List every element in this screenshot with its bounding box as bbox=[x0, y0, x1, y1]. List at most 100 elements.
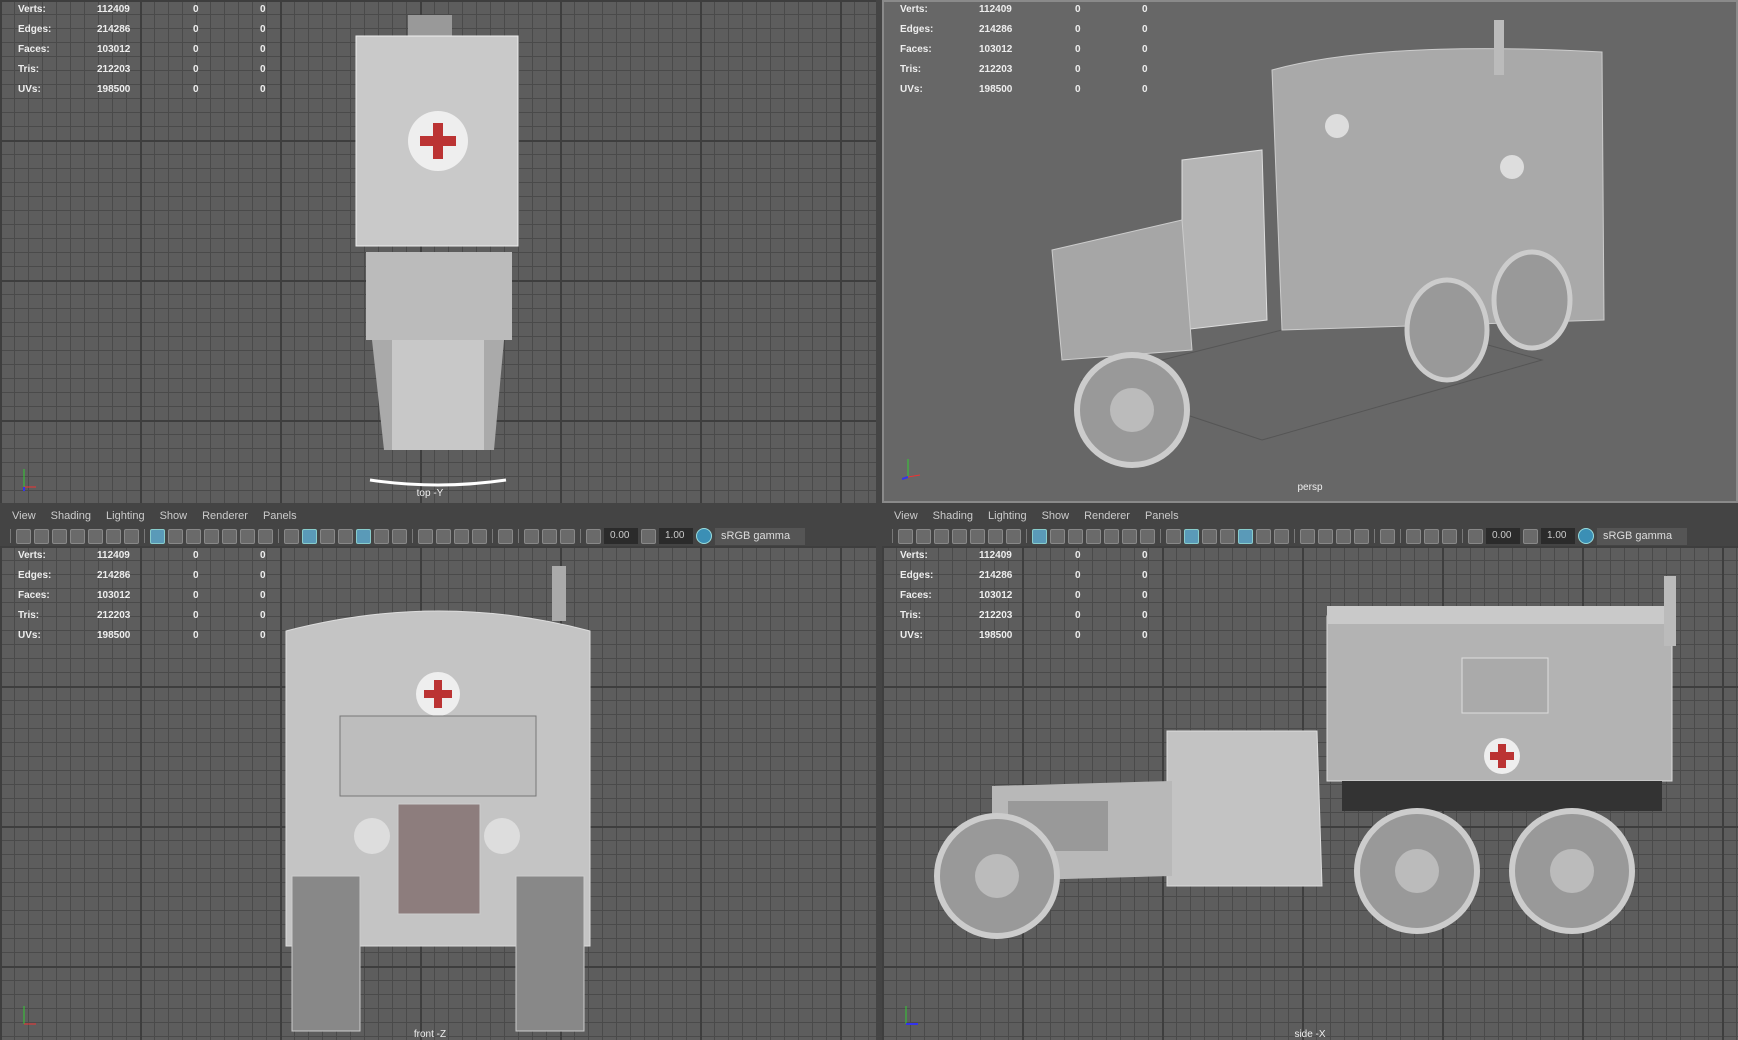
motion-blur-icon[interactable] bbox=[436, 528, 451, 544]
camera-attr-icon[interactable] bbox=[34, 528, 49, 544]
safe-title-icon[interactable] bbox=[258, 528, 273, 544]
safe-action-icon[interactable] bbox=[1122, 528, 1137, 544]
xray-active-icon[interactable] bbox=[542, 528, 557, 544]
gamma-icon[interactable] bbox=[641, 528, 656, 544]
menu-lighting[interactable]: Lighting bbox=[988, 510, 1027, 522]
film-gate-icon[interactable] bbox=[1050, 528, 1065, 544]
menu-show[interactable]: Show bbox=[160, 510, 188, 522]
menu-shading[interactable]: Shading bbox=[51, 510, 91, 522]
camera-icon[interactable] bbox=[16, 528, 31, 544]
menu-show[interactable]: Show bbox=[1042, 510, 1070, 522]
resolution-gate-icon[interactable] bbox=[186, 528, 201, 544]
use-lights-icon[interactable] bbox=[374, 528, 389, 544]
axis-gizmo-icon bbox=[20, 465, 40, 491]
viewport-label: persp bbox=[1297, 482, 1323, 493]
stat-row: Faces: 103012 0 0 bbox=[900, 43, 1160, 63]
pivot-icon[interactable] bbox=[988, 528, 1003, 544]
default-material-icon[interactable] bbox=[320, 528, 335, 544]
backface-icon[interactable] bbox=[1442, 528, 1457, 544]
smooth-shade-icon[interactable] bbox=[1184, 528, 1199, 544]
shadows-icon[interactable] bbox=[1274, 528, 1289, 544]
grid-toggle-icon[interactable] bbox=[88, 528, 103, 544]
bookmark-icon[interactable] bbox=[934, 528, 949, 544]
safe-action-icon[interactable] bbox=[240, 528, 255, 544]
menu-panels[interactable]: Panels bbox=[1145, 510, 1179, 522]
toolbar-separator bbox=[518, 529, 519, 543]
xray-icon[interactable] bbox=[356, 528, 371, 544]
grid-icon[interactable] bbox=[1032, 528, 1047, 544]
xray-icon[interactable] bbox=[1238, 528, 1253, 544]
stat-c2: 0 bbox=[260, 4, 266, 15]
gamma-field[interactable]: 1.00 bbox=[659, 528, 693, 544]
ambient-occlusion-icon[interactable] bbox=[1300, 528, 1315, 544]
ambient-occlusion-icon[interactable] bbox=[418, 528, 433, 544]
use-lights-icon[interactable] bbox=[1256, 528, 1271, 544]
camera-attr-icon[interactable] bbox=[916, 528, 931, 544]
motion-blur-icon[interactable] bbox=[1318, 528, 1333, 544]
menu-renderer[interactable]: Renderer bbox=[202, 510, 248, 522]
exposure-icon[interactable] bbox=[1468, 528, 1483, 544]
gamma-field[interactable]: 1.00 bbox=[1541, 528, 1575, 544]
isolate-select-icon[interactable] bbox=[498, 528, 513, 544]
top-view-panel[interactable]: Verts: 112409 0 0 Edges: 214286 0 0 Faces: 103012… bbox=[0, 0, 876, 503]
front-view-panel[interactable]: View Shading Lighting Show Renderer Panels 0.… bbox=[0, 505, 876, 1040]
stat-c1: 0 bbox=[193, 44, 199, 55]
wireframe-icon[interactable] bbox=[1166, 528, 1181, 544]
xray-joints-icon[interactable] bbox=[1406, 528, 1421, 544]
side-viewport[interactable]: Verts: 112409 0 0 Edges: 214286 0 0 Faces: 103012… bbox=[882, 546, 1738, 1040]
wireframe-on-shaded-icon[interactable] bbox=[338, 528, 353, 544]
color-management-toggle[interactable] bbox=[696, 528, 712, 544]
bookmark-icon[interactable] bbox=[52, 528, 67, 544]
side-view-panel[interactable]: View Shading Lighting Show Renderer Panels 0.… bbox=[882, 505, 1738, 1040]
menu-panels[interactable]: Panels bbox=[263, 510, 297, 522]
color-management-toggle[interactable] bbox=[1578, 528, 1594, 544]
stat-row: Faces: 103012 0 0 bbox=[18, 589, 278, 609]
stat-label: Edges: bbox=[900, 570, 934, 581]
persp-view-panel[interactable]: Verts: 112409 0 0 Edges: 214286 0 0 Faces: 103012… bbox=[882, 0, 1738, 503]
menu-view[interactable]: View bbox=[894, 510, 918, 522]
menu-renderer[interactable]: Renderer bbox=[1084, 510, 1130, 522]
wireframe-icon[interactable] bbox=[284, 528, 299, 544]
camera-icon[interactable] bbox=[898, 528, 913, 544]
gate-mask-icon[interactable] bbox=[1086, 528, 1101, 544]
image-plane-icon[interactable] bbox=[952, 528, 967, 544]
resolution-gate-icon[interactable] bbox=[1068, 528, 1083, 544]
grid-icon[interactable] bbox=[150, 528, 165, 544]
gate-mask-icon[interactable] bbox=[204, 528, 219, 544]
menu-lighting[interactable]: Lighting bbox=[106, 510, 145, 522]
poly-count-hud: Verts: 112409 0 0 Edges: 214286 0 0 Faces: 103012… bbox=[900, 3, 1160, 103]
safe-title-icon[interactable] bbox=[1140, 528, 1155, 544]
default-material-icon[interactable] bbox=[1202, 528, 1217, 544]
image-plane-icon[interactable] bbox=[70, 528, 85, 544]
color-space-select[interactable]: sRGB gamma bbox=[1597, 527, 1687, 545]
anti-alias-icon[interactable] bbox=[1336, 528, 1351, 544]
exposure-icon[interactable] bbox=[586, 528, 601, 544]
anti-alias-icon[interactable] bbox=[454, 528, 469, 544]
exposure-field[interactable]: 0.00 bbox=[1486, 528, 1520, 544]
backface-icon[interactable] bbox=[560, 528, 575, 544]
pivot-icon[interactable] bbox=[106, 528, 121, 544]
isolate-select-icon[interactable] bbox=[1380, 528, 1395, 544]
xray-joints-icon[interactable] bbox=[524, 528, 539, 544]
paint-icon[interactable] bbox=[124, 528, 139, 544]
shadows-icon[interactable] bbox=[392, 528, 407, 544]
menu-shading[interactable]: Shading bbox=[933, 510, 973, 522]
paint-icon[interactable] bbox=[1006, 528, 1021, 544]
menu-view[interactable]: View bbox=[12, 510, 36, 522]
toolbar-separator bbox=[412, 529, 413, 543]
front-viewport[interactable]: Verts: 112409 0 0 Edges: 214286 0 0 Faces: 103012… bbox=[0, 546, 876, 1040]
grid-toggle-icon[interactable] bbox=[970, 528, 985, 544]
gamma-icon[interactable] bbox=[1523, 528, 1538, 544]
exposure-field[interactable]: 0.00 bbox=[604, 528, 638, 544]
color-space-select[interactable]: sRGB gamma bbox=[715, 527, 805, 545]
xray-active-icon[interactable] bbox=[1424, 528, 1439, 544]
stat-row: Tris: 212203 0 0 bbox=[18, 63, 278, 83]
film-gate-icon[interactable] bbox=[168, 528, 183, 544]
depth-of-field-icon[interactable] bbox=[472, 528, 487, 544]
depth-of-field-icon[interactable] bbox=[1354, 528, 1369, 544]
toolbar-separator bbox=[10, 529, 11, 543]
field-chart-icon[interactable] bbox=[1104, 528, 1119, 544]
wireframe-on-shaded-icon[interactable] bbox=[1220, 528, 1235, 544]
field-chart-icon[interactable] bbox=[222, 528, 237, 544]
smooth-shade-icon[interactable] bbox=[302, 528, 317, 544]
